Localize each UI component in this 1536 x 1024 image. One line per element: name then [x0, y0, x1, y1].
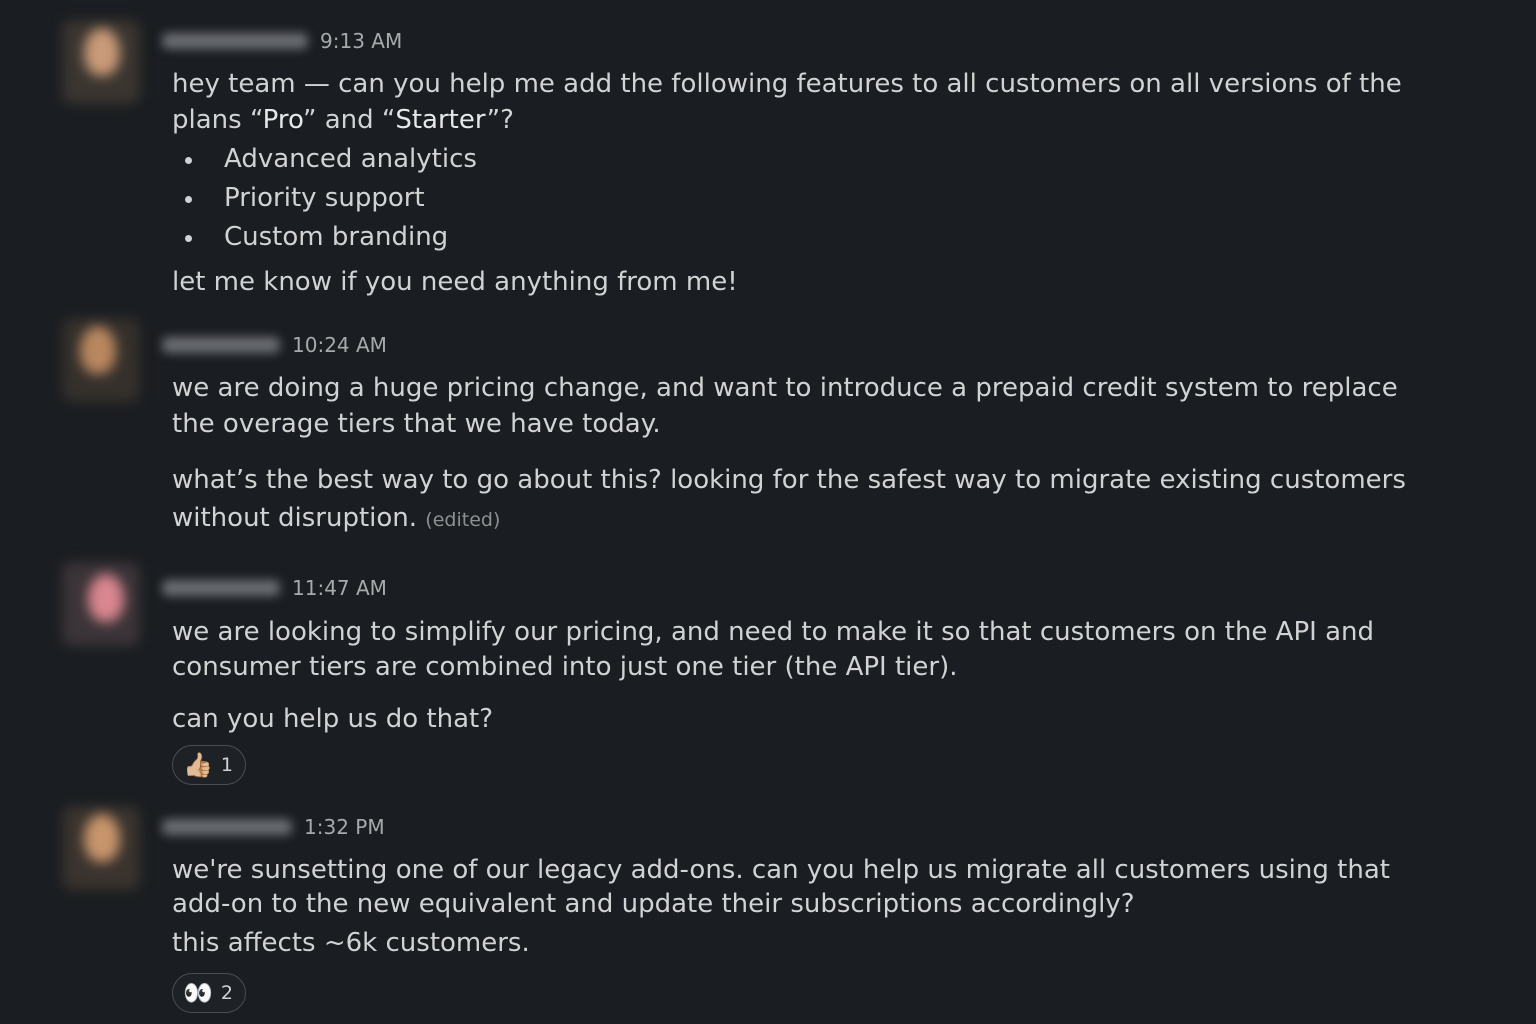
list-item: Priority support: [172, 179, 477, 218]
message-text-line: this affects ~6k customers.: [172, 928, 530, 958]
edited-label: (edited): [425, 509, 501, 531]
sender-name-blurred[interactable]: [162, 337, 280, 353]
message-text-line: without disruption. (edited): [172, 500, 1372, 538]
message-header: 1:32 PM: [162, 812, 385, 842]
message-text-line: hey team — can you help me add the follo…: [172, 66, 1402, 102]
bullet-icon: [185, 157, 192, 164]
intro-line-2-post: ”?: [486, 105, 514, 135]
avatar[interactable]: [62, 562, 140, 646]
message-header: 9:13 AM: [162, 26, 402, 56]
avatar[interactable]: [62, 20, 140, 104]
list-item: Advanced analytics: [172, 140, 477, 179]
bullet-icon: [185, 196, 192, 203]
plan-name-starter: Starter: [395, 105, 487, 135]
sender-name-blurred[interactable]: [162, 580, 280, 596]
timestamp[interactable]: 1:32 PM: [304, 815, 385, 839]
message-text-line: plans “Pro” and “Starter”?: [172, 102, 1372, 138]
message-outro: let me know if you need anything from me…: [172, 267, 738, 297]
message-header: 11:47 AM: [162, 573, 387, 603]
eyes-icon: 👀: [183, 979, 213, 1007]
message-text-line: we are looking to simplify our pricing, …: [172, 617, 1374, 647]
intro-line-1: hey team — can you help me add the follo…: [172, 69, 1402, 99]
timestamp[interactable]: 11:47 AM: [292, 576, 387, 600]
list-item: Custom branding: [172, 218, 477, 257]
plan-name-pro: Pro: [262, 105, 303, 135]
thumbs-up-icon: 👍🏼: [183, 751, 213, 779]
timestamp[interactable]: 9:13 AM: [320, 29, 402, 53]
avatar[interactable]: [62, 318, 140, 402]
message-header: 10:24 AM: [162, 330, 387, 360]
intro-line-2-mid: ” and “: [302, 105, 396, 135]
message-text-line: the overage tiers that we have today.: [172, 409, 661, 439]
sender-name-blurred[interactable]: [162, 819, 292, 835]
reaction-count: 1: [220, 754, 233, 776]
message-text-line: we are doing a huge pricing change, and …: [172, 373, 1398, 403]
sender-name-blurred[interactable]: [162, 33, 308, 49]
feature-list: Advanced analytics Priority support Cust…: [172, 140, 477, 257]
reaction-count: 2: [220, 982, 233, 1004]
message-text-line-4: without disruption.: [172, 503, 418, 533]
message-text-line: add-on to the new equivalent and update …: [172, 889, 1135, 919]
reaction-eyes[interactable]: 👀 2: [172, 973, 246, 1013]
message-text-line: can you help us do that?: [172, 704, 494, 734]
avatar[interactable]: [62, 806, 140, 890]
message-text-line: we're sunsetting one of our legacy add-o…: [172, 855, 1390, 885]
intro-line-2-pre: plans “: [172, 105, 263, 135]
bullet-icon: [185, 235, 192, 242]
timestamp[interactable]: 10:24 AM: [292, 333, 387, 357]
message-text-line: what’s the best way to go about this? lo…: [172, 465, 1406, 495]
reaction-thumbs-up[interactable]: 👍🏼 1: [172, 745, 246, 785]
message-text-line: consumer tiers are combined into just on…: [172, 652, 958, 682]
